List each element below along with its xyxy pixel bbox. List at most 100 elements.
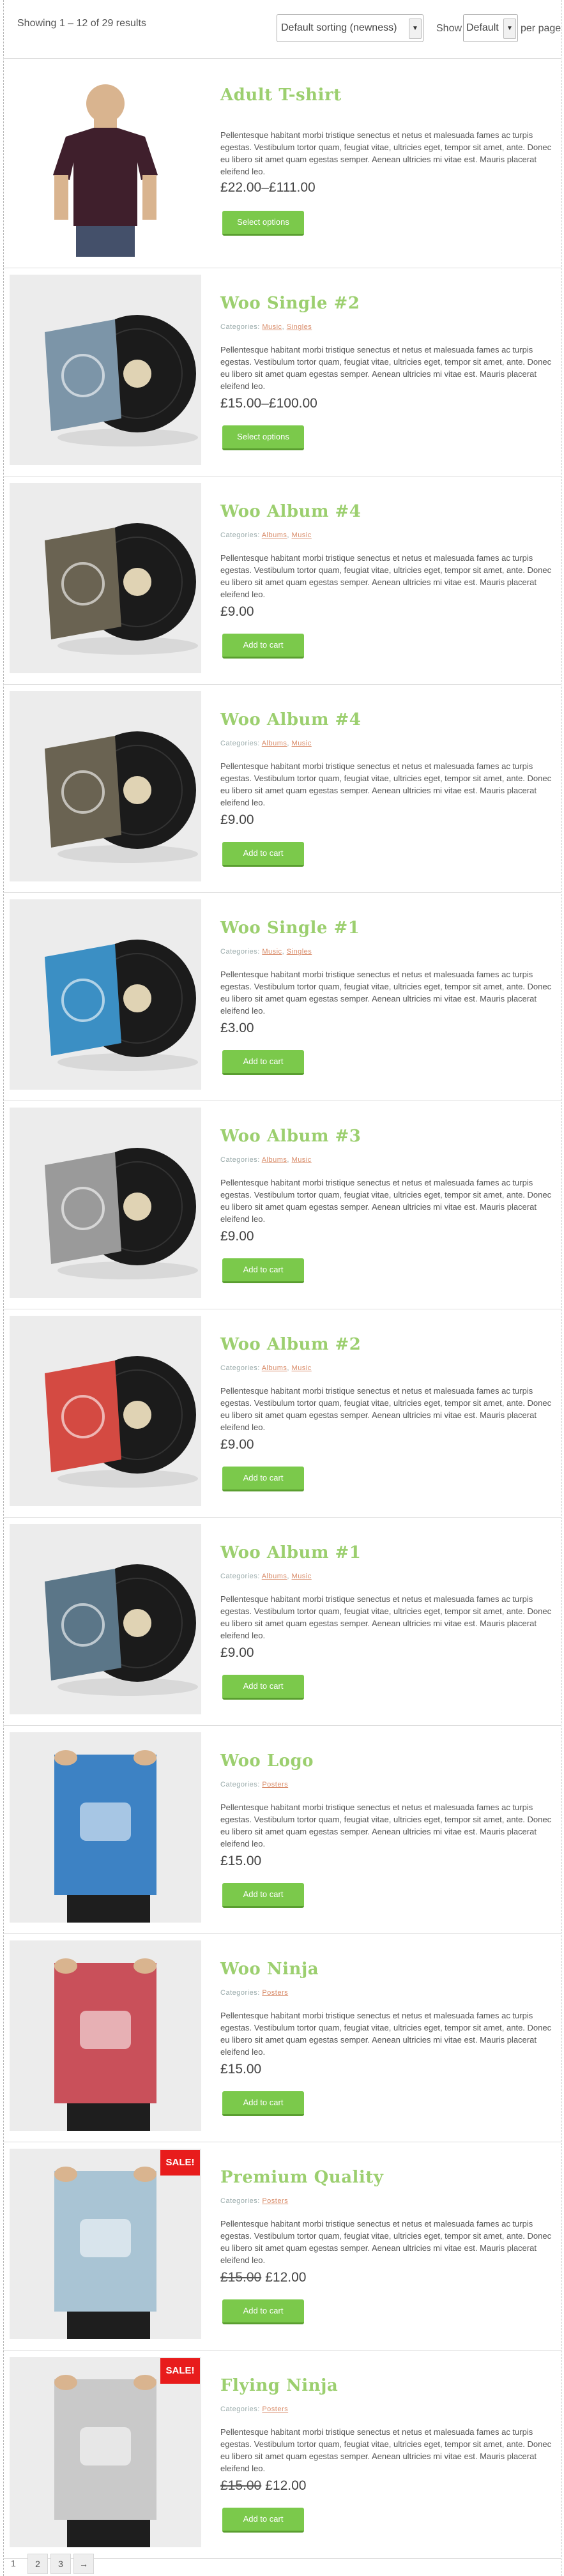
categories-label: Categories: [220,1364,260,1372]
pagination-next-arrow[interactable]: → [73,2554,94,2574]
sort-select-value: Default sorting (newness) [281,22,397,33]
current-price: £15.00 [220,2062,262,2077]
product-price: £9.00 [220,1645,254,1661]
product-categories: Categories: Albums, Music [220,1364,312,1372]
product-image[interactable] [10,483,201,673]
categories-label: Categories: [220,531,260,539]
category-link[interactable]: Music [292,1156,312,1164]
product-price: £15.00 [220,2062,261,2077]
product-categories: Categories: Albums, Music [220,1156,312,1164]
category-link[interactable]: Music [292,1364,312,1372]
current-price: £9.00 [220,1437,254,1452]
product-title[interactable]: Woo Single #1 [220,918,360,938]
product-image[interactable] [10,691,201,881]
product-image[interactable]: SALE! [10,2149,201,2339]
add-to-cart-button[interactable]: Add to cart [222,634,304,659]
categories-label: Categories: [220,2197,260,2205]
product-card: Woo Album #4 Categories: Albums, Music Pe… [3,685,561,893]
add-to-cart-button[interactable]: Add to cart [222,2508,304,2533]
product-image[interactable] [10,1524,201,1714]
pagination: 1 2 3 → [3,2550,561,2576]
category-link[interactable]: Albums [262,1364,287,1372]
add-to-cart-button[interactable]: Add to cart [222,1883,304,1908]
product-title[interactable]: Woo Album #4 [220,502,361,521]
category-link[interactable]: Music [292,740,312,747]
sort-select[interactable]: Default sorting (newness) ▼ [277,14,423,42]
product-description: Pellentesque habitant morbi tristique se… [220,1178,552,1224]
product-price: £22.00–£111.00 [220,180,316,195]
product-image[interactable] [10,1940,201,2131]
product-image[interactable] [10,66,201,257]
add-to-cart-button[interactable]: Add to cart [222,2091,304,2116]
product-image[interactable] [10,275,201,465]
product-categories: Categories: Posters [220,1989,288,1997]
product-card: Woo Ninja Categories: Posters Pellentesqu… [3,1934,561,2142]
product-image[interactable] [10,1732,201,1923]
product-title[interactable]: Woo Album #3 [220,1127,361,1146]
category-link[interactable]: Music [292,531,312,539]
pagination-current: 1 [11,2558,16,2568]
product-title[interactable]: Woo Album #2 [220,1335,361,1354]
add-to-cart-button[interactable]: Add to cart [222,1675,304,1700]
product-title[interactable]: Premium Quality [220,2168,383,2187]
product-categories: Categories: Posters [220,1781,288,1788]
category-link[interactable]: Posters [262,1989,288,1997]
product-title[interactable]: Woo Single #2 [220,294,360,313]
product-card: Woo Album #3 Categories: Albums, Music Pe… [3,1101,561,1309]
current-price: £12.00 [265,2270,307,2285]
categories-label: Categories: [220,2405,260,2413]
product-title[interactable]: Woo Album #4 [220,710,361,729]
select-options-button[interactable]: Select options [222,211,304,236]
category-link[interactable]: Posters [262,2197,288,2205]
category-link[interactable]: Music [262,323,282,331]
current-price: £15.00 [220,1854,262,1868]
product-description: Pellentesque habitant morbi tristique se… [220,553,552,599]
select-options-button[interactable]: Select options [222,425,304,450]
category-link[interactable]: Music [262,948,282,956]
add-to-cart-button[interactable]: Add to cart [222,2299,304,2324]
product-image[interactable] [10,1108,201,1298]
per-page-select[interactable]: Default ▼ [463,14,518,42]
product-card: Woo Album #4 Categories: Albums, Music Pe… [3,476,561,685]
product-title[interactable]: Adult T-shirt [220,86,342,105]
category-link[interactable]: Music [292,1573,312,1580]
categories-label: Categories: [220,1156,260,1164]
product-image[interactable] [10,1316,201,1506]
current-price: £9.00 [220,1229,254,1244]
product-card: Woo Single #1 Categories: Music, Singles… [3,893,561,1101]
add-to-cart-button[interactable]: Add to cart [222,1050,304,1075]
category-link[interactable]: Singles [287,948,312,956]
category-link[interactable]: Posters [262,1781,288,1788]
product-categories: Categories: Albums, Music [220,740,312,747]
per-page-label: per page [521,23,561,34]
product-card: Woo Album #2 Categories: Albums, Music Pe… [3,1309,561,1518]
category-link[interactable]: Singles [287,323,312,331]
product-price: £15.00 £12.00 [220,2270,306,2285]
chevron-down-icon: ▼ [409,19,422,39]
category-link[interactable]: Albums [262,1156,287,1164]
add-to-cart-button[interactable]: Add to cart [222,1467,304,1491]
categories-label: Categories: [220,740,260,747]
product-image[interactable] [10,899,201,1090]
add-to-cart-button[interactable]: Add to cart [222,842,304,867]
category-link[interactable]: Albums [262,740,287,747]
pagination-page-2[interactable]: 2 [27,2554,48,2574]
product-price: £9.00 [220,812,254,828]
pagination-page-3[interactable]: 3 [50,2554,71,2574]
categories-label: Categories: [220,1573,260,1580]
chevron-down-icon: ▼ [503,19,516,39]
sale-badge: SALE! [160,2358,200,2384]
product-image[interactable]: SALE! [10,2357,201,2547]
add-to-cart-button[interactable]: Add to cart [222,1258,304,1283]
product-description: Pellentesque habitant morbi tristique se… [220,2011,552,2057]
product-title[interactable]: Woo Album #1 [220,1543,361,1562]
product-categories: Categories: Music, Singles [220,323,312,331]
product-title[interactable]: Woo Ninja [220,1960,319,1979]
category-link[interactable]: Albums [262,531,287,539]
product-title[interactable]: Woo Logo [220,1751,314,1771]
show-label: Show [436,23,462,34]
product-title[interactable]: Flying Ninja [220,2376,338,2395]
product-card: Woo Album #1 Categories: Albums, Music Pe… [3,1518,561,1726]
category-link[interactable]: Albums [262,1573,287,1580]
category-link[interactable]: Posters [262,2405,288,2413]
